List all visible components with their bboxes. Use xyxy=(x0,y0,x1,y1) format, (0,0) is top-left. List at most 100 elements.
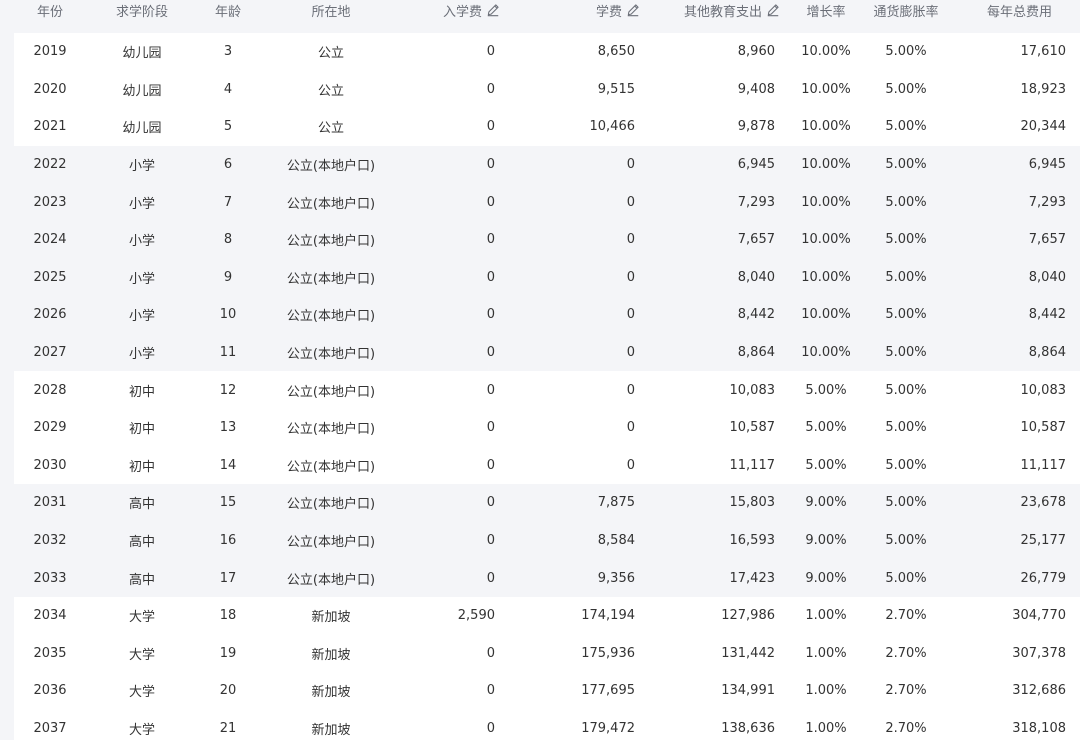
cell-year: 2024 xyxy=(33,232,67,248)
cell-growth: 10.00% xyxy=(801,119,851,135)
cell-year: 2037 xyxy=(33,720,67,736)
cell-year: 2030 xyxy=(33,457,67,473)
table-row[interactable]: 2030 初中 14 公立(本地户口) 0 0 11,117 5.00% 5.00% 11,117 xyxy=(14,446,1080,485)
cell-tuition: 177,695 xyxy=(581,683,635,699)
cell-stage: 大学 xyxy=(128,722,155,738)
cell-stage: 大学 xyxy=(128,610,155,626)
cell-other-expenses: 10,083 xyxy=(729,382,776,398)
cell-year: 2019 xyxy=(33,44,67,60)
table-row[interactable]: 2026 小学 10 公立(本地户口) 0 0 8,442 10.00% 5.00% 8,442 xyxy=(14,296,1080,334)
cell-year: 2028 xyxy=(33,382,67,398)
cell-growth: 10.00% xyxy=(801,194,851,210)
cell-growth: 5.00% xyxy=(805,457,847,473)
cell-stage: 幼儿园 xyxy=(122,121,162,137)
education-cost-table: 年份 求学阶段 年龄 所在地 入学费 学费 其他教育支出 增长率 通货膨胀率 每… xyxy=(0,0,1080,740)
cell-stage: 幼儿园 xyxy=(122,46,162,62)
cell-growth: 10.00% xyxy=(801,307,851,323)
cell-total: 17,610 xyxy=(1020,44,1067,60)
cell-tuition: 174,194 xyxy=(581,608,635,624)
cell-entry-fee: 0 xyxy=(486,119,495,135)
cell-other-expenses: 8,960 xyxy=(737,44,775,60)
cell-other-expenses: 16,593 xyxy=(729,533,776,549)
cell-tuition: 0 xyxy=(626,307,635,323)
cell-entry-fee: 0 xyxy=(486,157,495,173)
cell-year: 2025 xyxy=(33,269,67,285)
cell-tuition: 0 xyxy=(626,269,635,285)
cell-entry-fee: 0 xyxy=(486,533,495,549)
table-row[interactable]: 2021 幼儿园 5 公立 0 10,466 9,878 10.00% 5.00% 20,344 xyxy=(14,108,1080,146)
cell-tuition: 0 xyxy=(626,157,635,173)
cell-stage: 小学 xyxy=(128,234,155,250)
pencil-edit-icon[interactable] xyxy=(486,3,500,17)
cell-total: 318,108 xyxy=(1012,720,1066,736)
cell-tuition: 9,356 xyxy=(597,570,635,586)
cell-entry-fee: 0 xyxy=(486,81,495,97)
cell-entry-fee: 0 xyxy=(486,420,495,436)
table-row[interactable]: 2023 小学 7 公立(本地户口) 0 0 7,293 10.00% 5.00% 7,293 xyxy=(14,183,1080,221)
cell-stage: 初中 xyxy=(128,459,155,475)
table-row[interactable]: 2027 小学 11 公立(本地户口) 0 0 8,864 10.00% 5.00% 8,864 xyxy=(14,333,1080,372)
cell-growth: 9.00% xyxy=(805,533,847,549)
table-row[interactable]: 2033 高中 17 公立(本地户口) 0 9,356 17,423 9.00% 5.00% 26… xyxy=(14,559,1080,597)
cell-stage: 高中 xyxy=(128,572,155,588)
cell-other-expenses: 9,408 xyxy=(737,81,775,97)
table-row[interactable]: 2019 幼儿园 3 公立 0 8,650 8,960 10.00% 5.00% 17,610 xyxy=(14,33,1080,71)
cell-entry-fee: 0 xyxy=(486,194,495,210)
table-row[interactable]: 2035 大学 19 新加坡 0 175,936 131,442 1.00% 2.70% 307,… xyxy=(14,634,1080,673)
cell-other-expenses: 17,423 xyxy=(729,570,776,586)
cell-stage: 初中 xyxy=(128,384,155,400)
cell-other-expenses: 134,991 xyxy=(721,683,775,699)
cell-total: 6,945 xyxy=(1028,157,1066,173)
table-row[interactable]: 2037 大学 21 新加坡 0 179,472 138,636 1.00% 2.70% 318,… xyxy=(14,709,1080,740)
cell-other-expenses: 8,864 xyxy=(737,345,775,361)
table-row[interactable]: 2024 小学 8 公立(本地户口) 0 0 7,657 10.00% 5.00% 7,657 xyxy=(14,220,1080,259)
cell-tuition: 0 xyxy=(626,382,635,398)
table-row[interactable]: 2031 高中 15 公立(本地户口) 0 7,875 15,803 9.00% 5.00% 23… xyxy=(14,484,1080,522)
cell-other-expenses: 8,040 xyxy=(737,269,775,285)
cell-growth: 5.00% xyxy=(805,420,847,436)
cell-growth: 10.00% xyxy=(801,345,851,361)
cell-year: 2036 xyxy=(33,683,67,699)
cell-growth: 9.00% xyxy=(805,570,847,586)
cell-total: 8,442 xyxy=(1028,307,1066,323)
cell-entry-fee: 0 xyxy=(486,645,495,661)
cell-stage: 小学 xyxy=(128,159,155,175)
cell-stage: 大学 xyxy=(128,647,155,663)
cell-tuition: 175,936 xyxy=(581,645,635,661)
table-row[interactable]: 2022 小学 6 公立(本地户口) 0 0 6,945 10.00% 5.00% 6,945 xyxy=(14,145,1080,184)
table-row[interactable]: 2028 初中 12 公立(本地户口) 0 0 10,083 5.00% 5.00% 10,083 xyxy=(14,371,1080,409)
pencil-edit-icon[interactable] xyxy=(766,3,780,17)
header-entry-fee: 入学费 xyxy=(380,0,500,20)
cell-tuition: 8,584 xyxy=(597,533,635,549)
header-entry-fee-label: 入学费 xyxy=(442,4,482,20)
cell-year: 2032 xyxy=(33,533,67,549)
cell-stage: 幼儿园 xyxy=(122,83,162,99)
cell-total: 10,587 xyxy=(1020,420,1067,436)
cell-other-expenses: 138,636 xyxy=(721,720,775,736)
cell-other-expenses: 8,442 xyxy=(737,307,775,323)
table-row[interactable]: 2020 幼儿园 4 公立 0 9,515 9,408 10.00% 5.00% 18,923 xyxy=(14,70,1080,109)
cell-entry-fee: 0 xyxy=(486,44,495,60)
cell-stage: 初中 xyxy=(128,422,155,438)
cell-total: 8,864 xyxy=(1028,345,1066,361)
header-other-expenses: 其他教育支出 xyxy=(620,0,780,20)
cell-entry-fee: 2,590 xyxy=(457,608,495,624)
table-row[interactable]: 2036 大学 20 新加坡 0 177,695 134,991 1.00% 2.70% 312,… xyxy=(14,672,1080,710)
cell-total: 20,344 xyxy=(1020,119,1067,135)
cell-year: 2022 xyxy=(33,157,67,173)
table-body: 2019 幼儿园 3 公立 0 8,650 8,960 10.00% 5.00% 17,610 20… xyxy=(14,33,1080,740)
table-row[interactable]: 2032 高中 16 公立(本地户口) 0 8,584 16,593 9.00% 5.00% 25… xyxy=(14,521,1080,560)
header-other-label: 其他教育支出 xyxy=(683,4,762,20)
cell-entry-fee: 0 xyxy=(486,683,495,699)
cell-other-expenses: 10,587 xyxy=(729,420,776,436)
cell-tuition: 0 xyxy=(626,194,635,210)
cell-total: 11,117 xyxy=(1020,457,1067,473)
cell-growth: 10.00% xyxy=(801,81,851,97)
table-row[interactable]: 2025 小学 9 公立(本地户口) 0 0 8,040 10.00% 5.00% 8,040 xyxy=(14,258,1080,297)
table-row[interactable]: 2034 大学 18 新加坡 2,590 174,194 127,986 1.00% 2.70%… xyxy=(14,596,1080,635)
cell-stage: 小学 xyxy=(128,196,155,212)
cell-other-expenses: 7,657 xyxy=(737,232,775,248)
header-stage: 求学阶段 xyxy=(115,4,168,20)
table-row[interactable]: 2029 初中 13 公立(本地户口) 0 0 10,587 5.00% 5.00% 10,587 xyxy=(14,408,1080,447)
cell-growth: 10.00% xyxy=(801,232,851,248)
